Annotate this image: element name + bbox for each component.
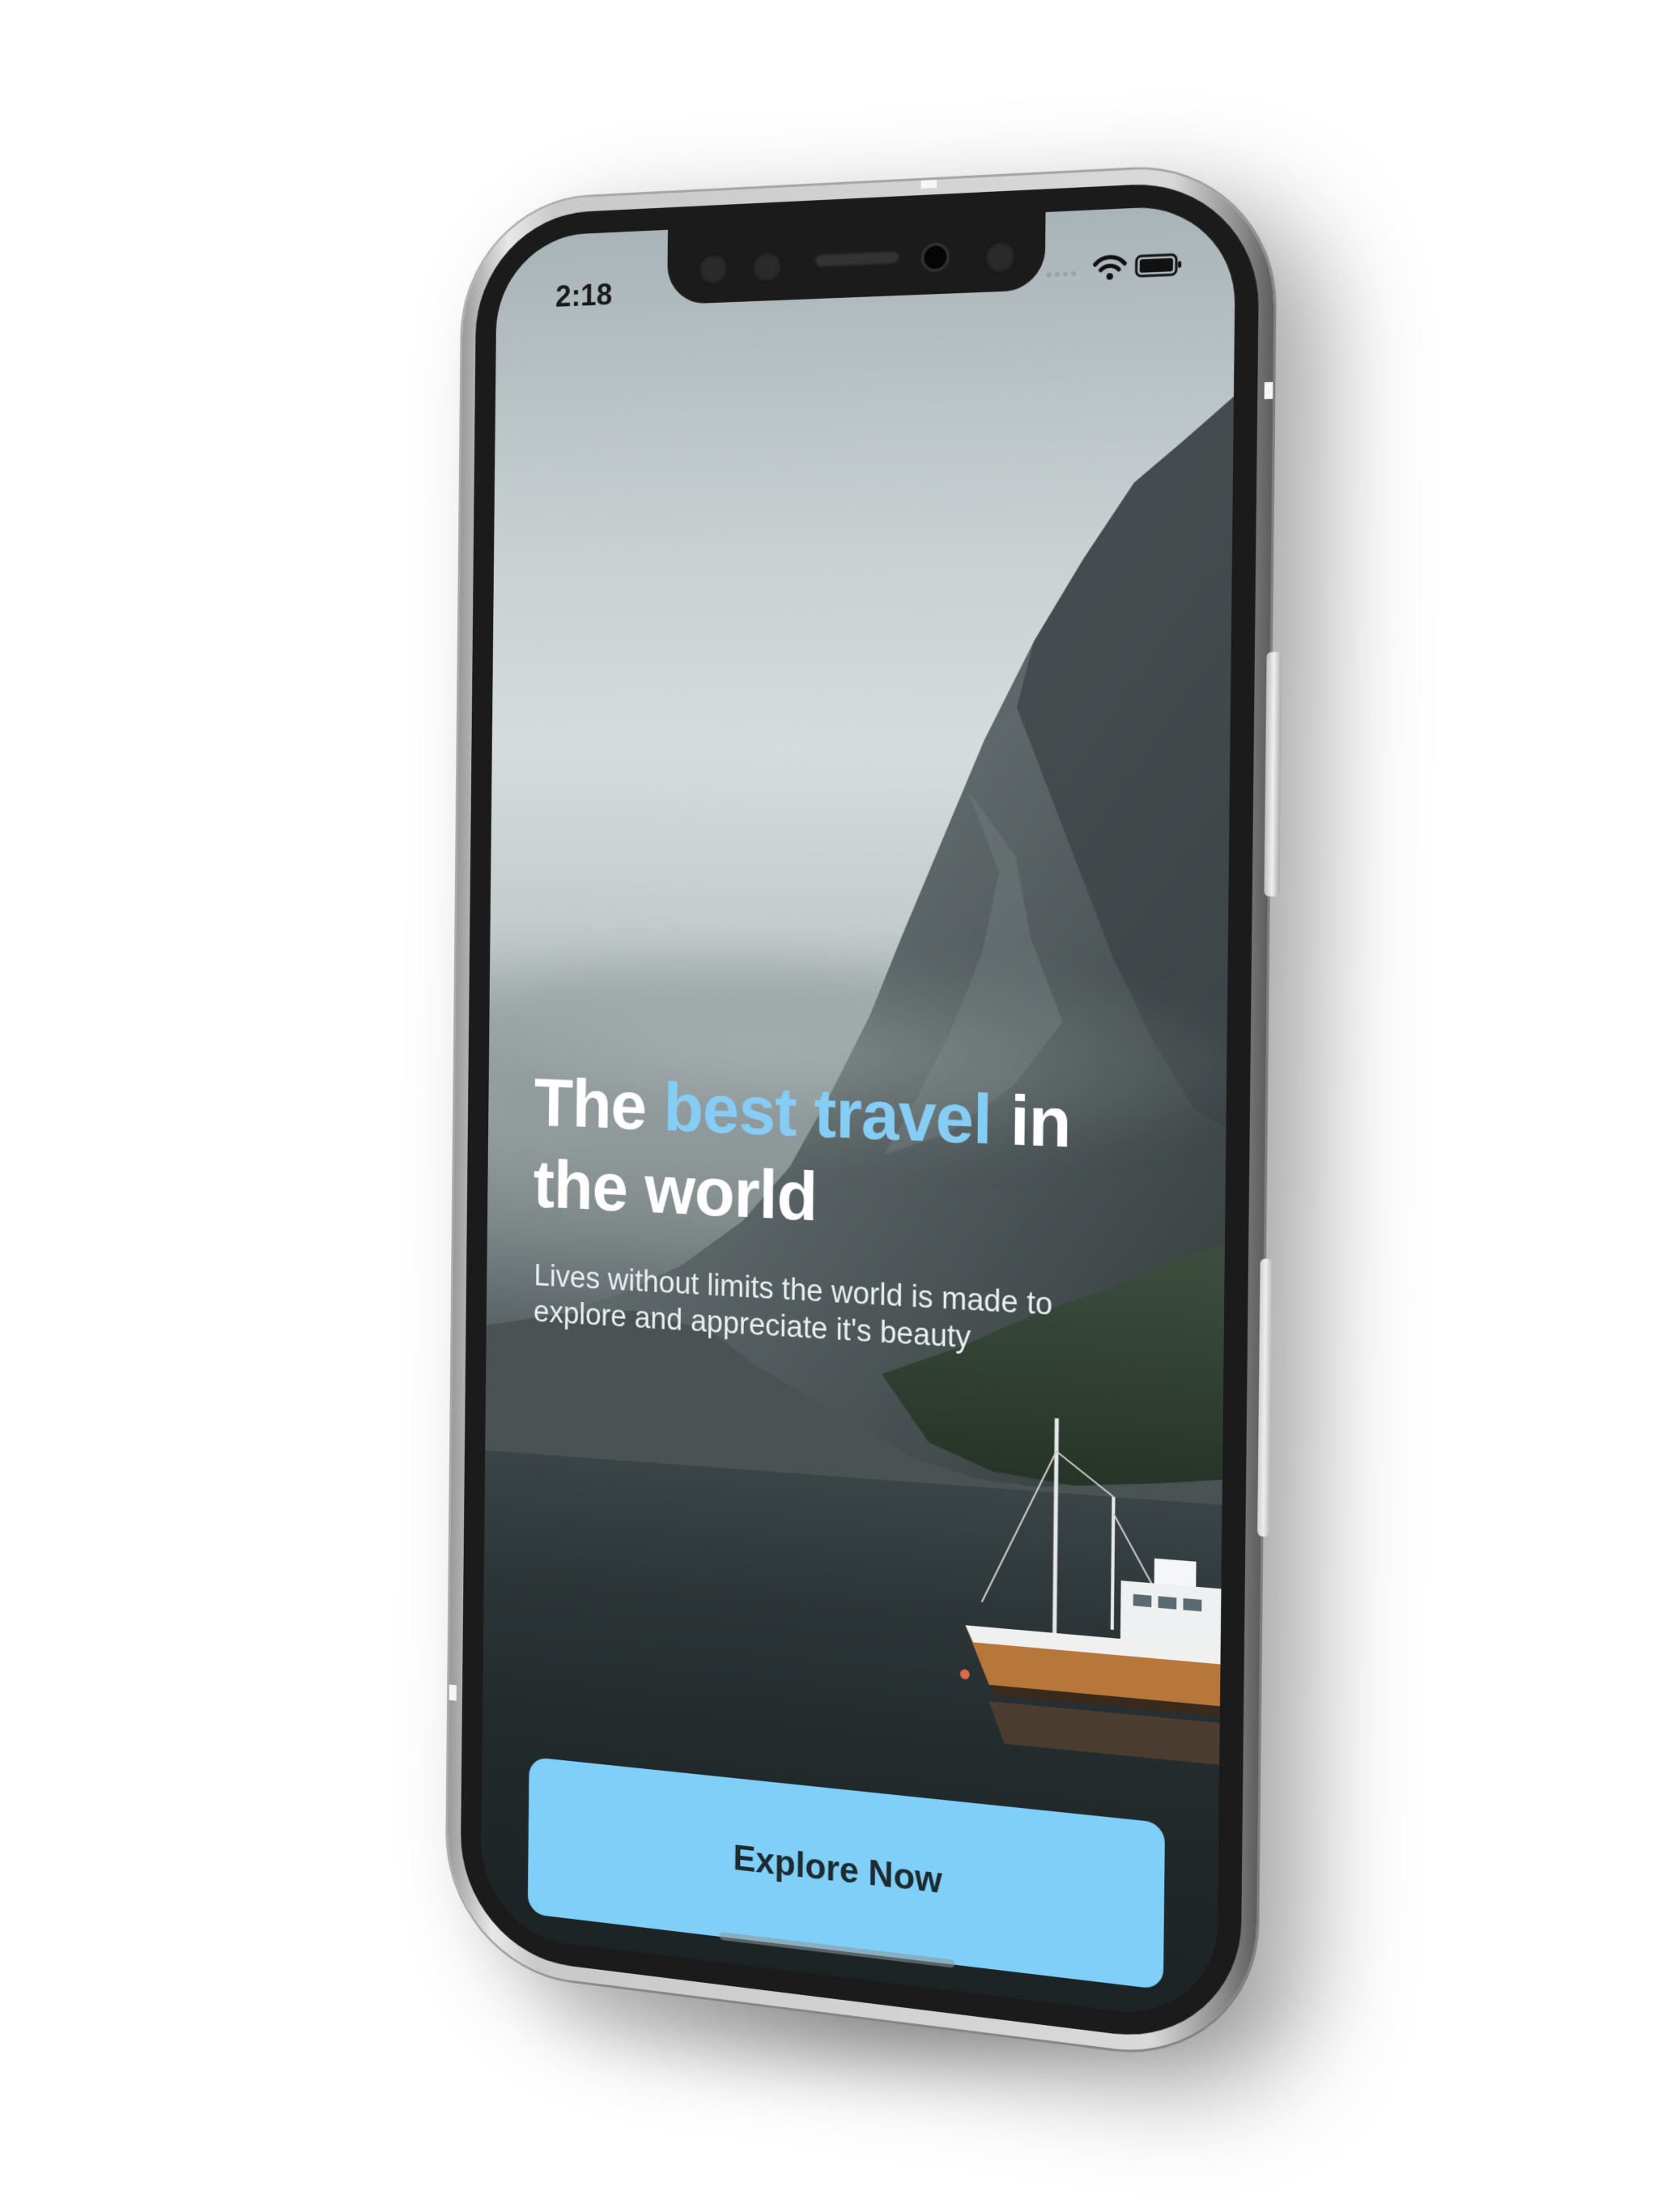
- phone-device: 2:18 The best travel in the world Lives …: [446, 162, 1282, 2067]
- headline-accent-text: best travel: [663, 1069, 993, 1159]
- sensor-icon: [751, 250, 783, 284]
- headline-text: The: [534, 1064, 665, 1146]
- sensor-icon: [697, 252, 729, 287]
- camera-icon: [920, 241, 950, 273]
- app-screen: 2:18 The best travel in the world Lives …: [480, 203, 1236, 2023]
- side-button-lower: [1257, 1258, 1273, 1538]
- speaker-icon: [814, 249, 901, 269]
- boat-illustration: [959, 1395, 1230, 1766]
- status-time: 2:18: [555, 278, 613, 314]
- battery-icon: [1136, 254, 1182, 276]
- signal-icon: [1046, 270, 1077, 278]
- antenna-band: [920, 179, 937, 189]
- sensor-icon: [984, 240, 1018, 274]
- side-button: [1264, 652, 1282, 897]
- mockup-stage: 2:18 The best travel in the world Lives …: [0, 0, 1658, 2212]
- hero-headline: The best travel in the world: [533, 1061, 1096, 1253]
- antenna-band: [449, 1684, 457, 1701]
- antenna-band: [1264, 381, 1273, 399]
- status-icons: [1046, 248, 1182, 287]
- wifi-icon: [1095, 257, 1124, 280]
